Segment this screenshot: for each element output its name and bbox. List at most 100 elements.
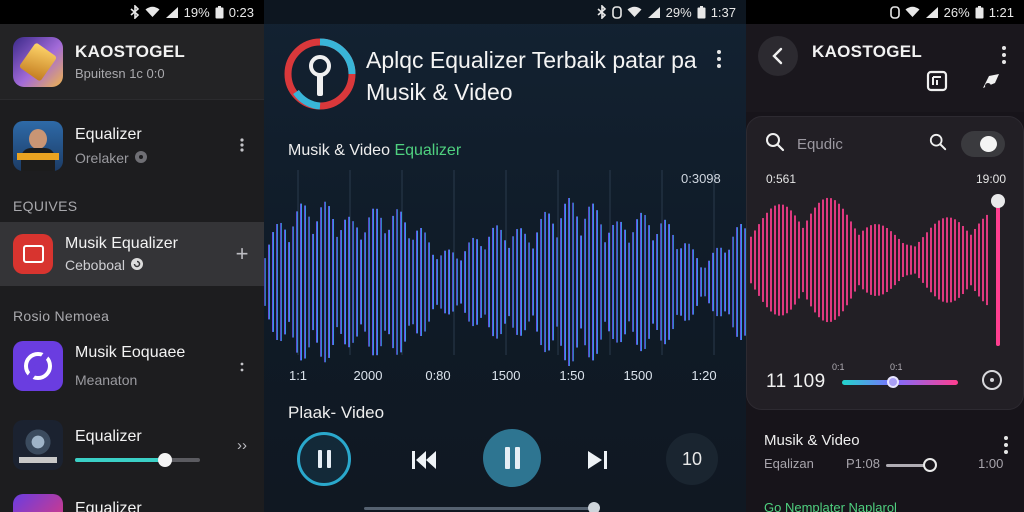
waveform-bar [762, 218, 764, 302]
next-button[interactable] [578, 440, 618, 480]
waveform-bar [356, 227, 358, 337]
back-button[interactable] [758, 36, 798, 76]
kebab-icon[interactable] [228, 136, 256, 157]
overflow-menu-icon[interactable] [709, 36, 729, 68]
previous-button[interactable] [404, 440, 444, 480]
share-icon[interactable] [980, 70, 1002, 92]
signal-icon [165, 6, 179, 18]
waveform-bar [750, 236, 752, 284]
list-item-equalizer-slider[interactable]: Equalizer ›› [0, 414, 264, 476]
slider-knob[interactable] [158, 453, 172, 467]
app-icon-equalizer-3 [13, 494, 63, 512]
waveform-bar [452, 252, 454, 312]
audio-waveform [264, 170, 746, 367]
waveform-bar [352, 221, 354, 343]
waveform-bar [786, 206, 788, 314]
waveform-bar [700, 267, 702, 297]
waveform-bar [548, 213, 550, 351]
forward-button[interactable]: ›› [228, 437, 256, 454]
list-item-equalizer-2[interactable]: Equalizer [0, 494, 264, 512]
page-title: Aplqc Equalizer Terbaik patar pa Musik &… [366, 47, 697, 105]
waveform-bar [540, 218, 542, 346]
waveform-bar [740, 224, 742, 340]
waveform-bar [930, 227, 932, 293]
waveform-bar [866, 227, 868, 293]
detail-header: KAOSTOGEL [746, 24, 1024, 112]
app-header[interactable]: KAOSTOGEL Bpuitesn 1c 0:0 [0, 24, 264, 100]
list-item-equalizer[interactable]: Equalizer Orelaker [0, 110, 264, 182]
waveform-bar [296, 211, 298, 353]
overflow-menu-icon[interactable] [994, 42, 1014, 64]
vertical-volume-slider[interactable] [991, 193, 1005, 346]
add-button[interactable]: + [228, 241, 256, 267]
waveform-bar [620, 221, 622, 343]
battery-icon [697, 5, 706, 19]
clock: 1:37 [710, 4, 736, 20]
waveform-bar [516, 229, 518, 335]
list-item-musik-equalizer[interactable]: Musik Equalizer Ceboboal + [0, 222, 264, 286]
overflow-menu-icon[interactable] [996, 436, 1016, 454]
waveform-bar [712, 252, 714, 312]
waveform-bar [336, 236, 338, 328]
equalizer-logo-icon [284, 36, 356, 112]
waveform-bar [428, 242, 430, 322]
toggle-switch[interactable] [961, 131, 1005, 157]
battery-icon [975, 5, 984, 19]
waveform-bar [520, 228, 522, 336]
waveform-bar [500, 229, 502, 335]
tick-label: 2000 [353, 368, 383, 383]
playlist-icon[interactable] [926, 70, 948, 92]
waveform-bar [596, 210, 598, 354]
equalizer-player-panel: 29% 1:37 Aplqc Equalizer Terbaik patar p… [264, 0, 746, 512]
waveform-bar [660, 223, 662, 341]
waveform-bar [934, 223, 936, 297]
waveform-bar [432, 254, 434, 310]
waveform-bar [632, 232, 634, 332]
waveform-bar [648, 225, 650, 339]
slider-knob[interactable] [923, 458, 937, 472]
waveform-bar [624, 229, 626, 335]
waveform-bar [720, 247, 722, 317]
waveform-bar [854, 228, 856, 292]
play-pause-button[interactable] [483, 429, 541, 487]
pause-button[interactable] [297, 432, 351, 486]
waveform-bar [850, 221, 852, 299]
search-icon[interactable] [929, 133, 947, 156]
list-item-musik-eoquaee[interactable]: Musik Eoquaee Meanaton [0, 335, 264, 397]
volume-slider[interactable] [75, 453, 200, 467]
waveform-bar [404, 222, 406, 342]
waveform-bar [320, 207, 322, 357]
search-bar[interactable]: Equdic [765, 131, 1005, 157]
waveform-bar [774, 205, 776, 315]
waveform-bar [496, 225, 498, 339]
slider-knob[interactable] [887, 376, 900, 388]
waveform-bar [724, 252, 726, 312]
progress-slider[interactable] [842, 376, 958, 388]
waveform-bar [790, 210, 792, 310]
slider-knob[interactable] [991, 193, 1005, 208]
kebab-icon[interactable] [228, 356, 256, 377]
header-subtitle: Bpuitesn 1c 0:0 [75, 66, 165, 81]
target-icon[interactable] [982, 370, 1002, 390]
battery-percent: 19% [183, 4, 210, 20]
waveform-bar [954, 219, 956, 301]
footer-link[interactable]: Go Nemplater Naplarol [764, 500, 897, 512]
progress-knob[interactable] [588, 502, 600, 512]
skip-10-button[interactable]: 10 [666, 433, 718, 485]
search-input[interactable]: Equdic [797, 136, 929, 153]
section-label: EQUIVES [13, 198, 78, 214]
waveform-bar [384, 233, 386, 331]
waveform-bar [806, 220, 808, 300]
waveform-bar [484, 249, 486, 315]
waveform-bar [492, 227, 494, 337]
clock: 0:23 [228, 4, 254, 20]
mini-slider[interactable] [886, 458, 937, 472]
waveform-bar [268, 244, 270, 320]
playback-progress[interactable] [364, 502, 600, 512]
waveform-bar [300, 203, 302, 361]
waveform-bar [536, 232, 538, 332]
app-logo [13, 36, 63, 87]
detail-title: KAOSTOGEL [812, 42, 923, 61]
waveform-bar [456, 258, 458, 306]
waveform-bar [736, 227, 738, 337]
